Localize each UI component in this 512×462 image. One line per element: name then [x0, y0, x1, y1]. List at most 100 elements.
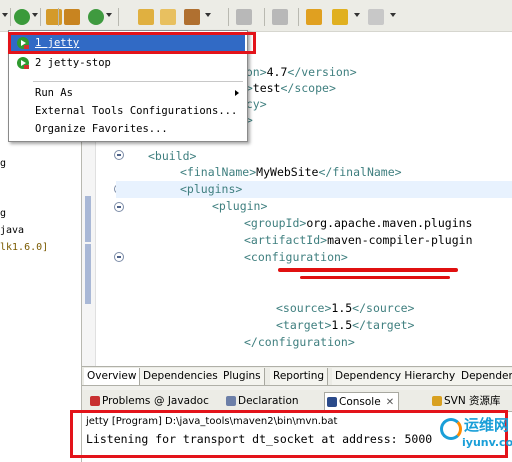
toolbar-separator [118, 8, 119, 26]
xml-tag: </configuration> [244, 335, 355, 349]
menu-item-external-tools-configurations[interactable]: External Tools Configurations... [11, 101, 245, 121]
code-line: <target>1.5</target> [276, 317, 414, 334]
tab-declaration[interactable]: Declaration [224, 392, 299, 410]
refresh-dropdown-arrow-icon[interactable] [106, 13, 112, 17]
xml-tag: <configuration> [244, 250, 348, 264]
xml-tag: </target> [352, 318, 415, 332]
current-line-highlight [116, 181, 512, 198]
xml-text: MyWebSite [256, 165, 319, 179]
tree-item[interactable]: lk1.6.0] [0, 242, 48, 253]
xml-tag: <plugins> [180, 182, 243, 196]
forward-dropdown-arrow-icon[interactable] [390, 13, 396, 17]
code-line: <plugins> [180, 181, 242, 198]
tab-dependencies[interactable]: Dependencies [140, 368, 222, 385]
xml-tag: <source> [276, 301, 332, 315]
tab-dependency-graph[interactable]: Dependen [458, 368, 512, 385]
tree-item[interactable]: java [0, 225, 24, 236]
toolbar-separator [264, 8, 265, 26]
tab-svn-repository[interactable]: SVN 资源库 [430, 392, 501, 410]
menu-item-organize-favorites[interactable]: Organize Favorites... [11, 119, 245, 139]
xml-tag: </source> [352, 301, 415, 315]
code-line: <plugin> [212, 198, 267, 215]
fold-toggle-icon[interactable] [114, 202, 124, 212]
menu-item-label: Run As [35, 87, 73, 99]
menu-item-label: External Tools Configurations... [35, 105, 238, 117]
tab-overview[interactable]: Overview [84, 368, 141, 385]
tab-problems[interactable]: Problems [88, 392, 150, 410]
menu-item-label: 2 jetty-stop [35, 57, 111, 69]
tree-item[interactable]: g [0, 158, 6, 169]
code-line: <artifactId>maven-compiler-plugin [244, 232, 473, 249]
xml-text: 4.7 [266, 65, 288, 79]
new-project-icon[interactable] [46, 9, 62, 25]
xml-tag: <plugin> [212, 199, 268, 213]
fold-toggle-icon[interactable] [114, 252, 124, 262]
tab-dependency-hierarchy[interactable]: Dependency Hierarchy [332, 368, 460, 385]
forward-arrow-icon[interactable] [368, 9, 384, 25]
tab-label: Console [339, 396, 381, 408]
highlight-box-menu-item [8, 32, 256, 54]
tab-reporting[interactable]: Reporting [270, 368, 329, 385]
toolbar-separator [298, 8, 299, 26]
tab-label: @ Javadoc [154, 395, 209, 407]
back-dropdown-arrow-icon[interactable] [354, 13, 360, 17]
tab-plugins[interactable]: Plugins [220, 368, 265, 385]
watermark-cn-text: 运维网 [464, 416, 510, 434]
code-line: <configuration> [244, 249, 348, 266]
watermark-url-text: iyunv.com [462, 436, 512, 449]
toolbar-separator [58, 8, 59, 26]
xml-text: 1.5 [331, 318, 353, 332]
menu-item-run-as[interactable]: Run As [11, 83, 245, 103]
tools-dropdown-arrow-icon[interactable] [205, 13, 211, 17]
tab-label: SVN 资源库 [444, 395, 501, 407]
tab-label: Problems [102, 395, 151, 407]
svn-icon [432, 396, 442, 406]
red-scribble-mark [300, 276, 450, 279]
xml-text: maven-compiler-plugin [327, 233, 473, 247]
hash-icon[interactable] [64, 9, 80, 25]
code-line: </configuration> [244, 334, 355, 351]
xml-tag: </scope> [280, 81, 336, 95]
tree-item[interactable]: g [0, 208, 6, 219]
next-annotation-icon[interactable] [236, 9, 252, 25]
code-line: <finalName>MyWebSite</finalName> [180, 164, 402, 181]
previous-annotation-icon[interactable] [272, 9, 288, 25]
run-icon [17, 57, 29, 69]
menu-item-label: Organize Favorites... [35, 123, 168, 135]
xml-tag: <groupId> [244, 216, 307, 230]
run-icon[interactable] [14, 9, 30, 25]
code-line: <groupId>org.apache.maven.plugins [244, 215, 472, 232]
xml-text: test [252, 81, 281, 95]
back-arrow-icon[interactable] [332, 9, 348, 25]
menu-item-jetty-stop[interactable]: 2 jetty-stop [11, 53, 245, 73]
console-icon [327, 397, 337, 407]
last-edit-icon[interactable] [306, 9, 322, 25]
tab-console[interactable]: Console ✕ [324, 392, 400, 410]
ruler-mark [85, 244, 91, 304]
xml-text: org.apache.maven.plugins [306, 216, 473, 230]
tab-javadoc[interactable]: @ Javadoc [150, 392, 209, 410]
xml-tag: </version> [287, 65, 357, 79]
xml-tag: <artifactId> [244, 233, 328, 247]
fold-toggle-icon[interactable] [114, 150, 124, 160]
toolbar-separator [228, 8, 229, 26]
open-type-icon[interactable] [138, 9, 154, 25]
menu-separator [33, 81, 243, 82]
refresh-icon[interactable] [88, 9, 104, 25]
open-folder-icon[interactable] [160, 9, 176, 25]
main-toolbar [0, 0, 512, 32]
xml-tag: <build> [148, 149, 197, 163]
toolbar-separator [40, 8, 41, 26]
tab-label: Declaration [238, 395, 299, 407]
run-dropdown-arrow-icon[interactable] [32, 13, 38, 17]
dropdown-arrow-icon[interactable] [2, 13, 8, 17]
submenu-arrow-icon [235, 90, 239, 96]
tools-icon[interactable] [184, 9, 200, 25]
code-line: sion>4.7</version> [232, 64, 357, 81]
watermark-logo-icon [440, 418, 462, 440]
xml-tag: <finalName> [180, 165, 257, 179]
xml-text: 1.5 [331, 301, 353, 315]
problems-icon [90, 396, 100, 406]
code-line: <source>1.5</source> [276, 300, 414, 317]
pom-editor-tabs: Overview Dependencies Plugins Reporting … [82, 366, 512, 386]
